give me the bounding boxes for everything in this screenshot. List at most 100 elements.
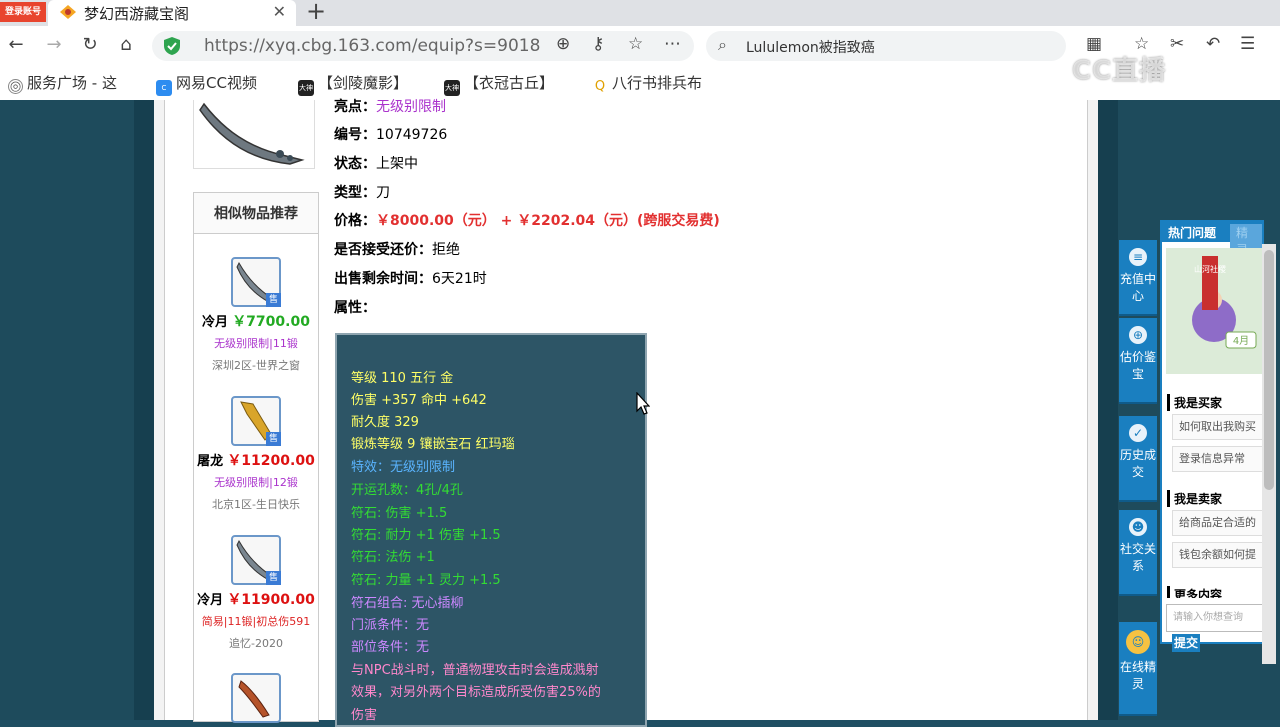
attr-line: 符石: 耐力 +1 伤害 +1.5 [351, 528, 501, 543]
help-question-input[interactable]: 请输入你想查询 [1166, 604, 1270, 632]
bookmark-service[interactable]: ◎ 服务广场 - 这 [8, 72, 117, 94]
info-id: 编号：10749726 [334, 127, 448, 143]
sale-tag: 售 [266, 293, 281, 307]
similar-price: ￥7700.00 [232, 314, 310, 330]
similar-title: 相似物品推荐 [194, 193, 318, 234]
cc-icon: C [156, 80, 172, 96]
attr-line: 符石组合: 无心插柳 [351, 596, 464, 611]
browser-tab[interactable]: 梦幻西游藏宝阁 ✕ [48, 0, 296, 26]
search-icon: ⌕ [718, 35, 727, 54]
page-edge-left [134, 100, 154, 720]
bookmark-cc[interactable]: C 网易CC视频 [156, 72, 257, 96]
similar-items-panel: 相似物品推荐 售 冷月 ￥7700.00 无级别限制|11锻 深圳2区-世界之窗… [193, 192, 319, 723]
info-time-left: 出售剩余时间：6天21时 [334, 271, 487, 287]
page-bg-left [0, 100, 134, 720]
social-icon: ☻ [1129, 518, 1147, 536]
attr-line: 伤害 +357 命中 +642 [351, 393, 487, 408]
help-banner[interactable]: 山河社稷 4月 [1166, 248, 1262, 374]
red-blade-icon [238, 680, 270, 718]
banner-text: 山河社稷 [1194, 264, 1226, 274]
new-tab-icon[interactable]: + [306, 0, 326, 25]
attr-line: 符石: 力量 +1 灵力 +1.5 [351, 573, 501, 588]
info-attributes-label: 属性： [334, 300, 376, 316]
more-icon[interactable]: ⋯ [664, 34, 681, 54]
help-nav-history[interactable]: ✓ 历史成交 [1119, 416, 1157, 502]
similar-thumbnail[interactable]: 售 [231, 396, 281, 446]
buyer-link[interactable]: 如何取出我购买 [1172, 414, 1262, 440]
scissors-icon[interactable]: ✂ [1170, 34, 1184, 54]
key-icon[interactable]: ⚷ [592, 34, 604, 54]
attr-line: 锻炼等级 9 镶嵌宝石 红玛瑙 [351, 437, 515, 452]
item-image[interactable] [193, 100, 315, 169]
info-price: 价格：￥8000.00（元） + ￥2202.04（元）(跨服交易费) [334, 213, 720, 229]
similar-item[interactable]: 售 屠龙 ￥11200.00 无级别限制|12锻 北京1区-生日快乐 [194, 396, 318, 512]
forward-icon[interactable]: → [42, 34, 66, 55]
attribute-box: 等级 110 五行 金 伤害 +357 命中 +642 耐久度 329 锻炼等级… [335, 333, 647, 727]
help-nav: ≡ 充值中心 ⊕ 估价鉴宝 ✓ 历史成交 ☻ 社交关系 ☺ 在线精灵 [1119, 220, 1157, 720]
similar-item[interactable]: 售 冷月 ￥11900.00 简易|11锻|初总伤591 追忆-2020 [194, 535, 318, 651]
appraise-icon: ⊕ [1129, 326, 1147, 344]
similar-name: 冷月 [202, 315, 229, 330]
url-text: https://xyq.cbg.163.com/equip?s=9018 [204, 36, 541, 56]
seller-link[interactable]: 给商品定合适的 [1172, 510, 1262, 536]
similar-attr: 无级别限制|11锻 [214, 337, 298, 350]
similar-server: 北京1区-生日快乐 [212, 498, 300, 511]
search-q-icon: Q [592, 79, 608, 95]
blade-icon [199, 102, 305, 165]
seller-section-title: 我是卖家 [1167, 490, 1222, 507]
attr-line: 特效：无级别限制 [351, 460, 456, 475]
search-box[interactable]: ⌕ Lululemon被指致癌 [706, 31, 1066, 61]
tab-bar: 登录账号 梦幻西游藏宝阁 ✕ + [0, 0, 1280, 26]
buyer-section-title: 我是买家 [1167, 394, 1222, 411]
attr-line: 效果，对另外两个目标造成所受伤害25%的 [351, 685, 601, 700]
similar-server: 深圳2区-世界之窗 [212, 359, 300, 372]
similar-price: ￥11900.00 [227, 592, 315, 608]
attr-line: 符石: 法伤 +1 [351, 550, 435, 565]
menu-icon[interactable]: ☰ [1240, 34, 1255, 54]
scroll-thumb[interactable] [1264, 250, 1274, 490]
help-nav-recharge[interactable]: ≡ 充值中心 [1119, 240, 1157, 316]
buyer-link[interactable]: 登录信息异常 [1172, 446, 1262, 472]
address-bar[interactable]: https://xyq.cbg.163.com/equip?s=9018 ⊕ ⚷… [152, 31, 694, 61]
star-icon[interactable]: ☆ [628, 34, 643, 54]
search-text: Lululemon被指致癌 [746, 40, 875, 56]
back-icon[interactable]: ← [4, 34, 28, 55]
similar-thumbnail[interactable] [231, 673, 281, 723]
similar-attr: 无级别限制|12锻 [214, 476, 298, 489]
undo-icon[interactable]: ↶ [1206, 34, 1220, 54]
bookmark-bahangshu[interactable]: Q 八行书排兵布 [592, 72, 702, 95]
sprite-icon: ☺ [1126, 630, 1150, 654]
attr-line: 与NPC战斗时，普通物理攻击时会造成溅射 [351, 663, 599, 678]
help-scrollbar[interactable] [1262, 244, 1276, 664]
bookmark-yiguan[interactable]: 大神 【衣冠古丘】 [444, 72, 554, 96]
help-nav-appraise[interactable]: ⊕ 估价鉴宝 [1119, 318, 1157, 404]
help-nav-social[interactable]: ☻ 社交关系 [1119, 510, 1157, 596]
sale-tag: 售 [266, 571, 281, 585]
reload-icon[interactable]: ↻ [78, 34, 102, 55]
similar-thumbnail[interactable]: 售 [231, 257, 281, 307]
similar-attr: 简易|11锻|初总伤591 [201, 615, 311, 628]
attr-line: 开运孔数：4孔/4孔 [351, 483, 463, 498]
tab-hot-questions[interactable]: 热门问题 [1168, 224, 1216, 241]
similar-item[interactable]: 售 冷月 ￥7700.00 无级别限制|11锻 深圳2区-世界之窗 [194, 257, 318, 373]
attr-line: 门派条件：无 [351, 618, 430, 633]
similar-name: 屠龙 [197, 454, 224, 469]
more-section-title: 更多内容 [1167, 586, 1222, 598]
attr-line: 部位条件：无 [351, 640, 430, 655]
similar-price: ￥11200.00 [227, 453, 315, 469]
home-icon[interactable]: ⌂ [114, 34, 138, 55]
seller-link[interactable]: 钱包余额如何提 [1172, 542, 1262, 568]
bookmark-jianling[interactable]: 大神 【剑陵魔影】 [298, 72, 408, 96]
login-badge[interactable]: 登录账号 [0, 2, 46, 22]
similar-thumbnail[interactable]: 售 [231, 535, 281, 585]
tab-close-icon[interactable]: ✕ [273, 2, 286, 21]
help-submit-button[interactable]: 提交 [1172, 634, 1200, 652]
info-status: 状态：上架中 [334, 156, 418, 172]
help-nav-online-sprite[interactable]: ☺ 在线精灵 [1119, 622, 1157, 716]
similar-item[interactable] [194, 673, 318, 723]
attr-line: 符石: 伤害 +1.5 [351, 506, 448, 521]
zoom-icon[interactable]: ⊕ [556, 34, 570, 54]
mouse-cursor-icon [636, 392, 650, 415]
info-bargain: 是否接受还价：拒绝 [334, 242, 460, 258]
globe-icon: ◎ [8, 79, 23, 94]
